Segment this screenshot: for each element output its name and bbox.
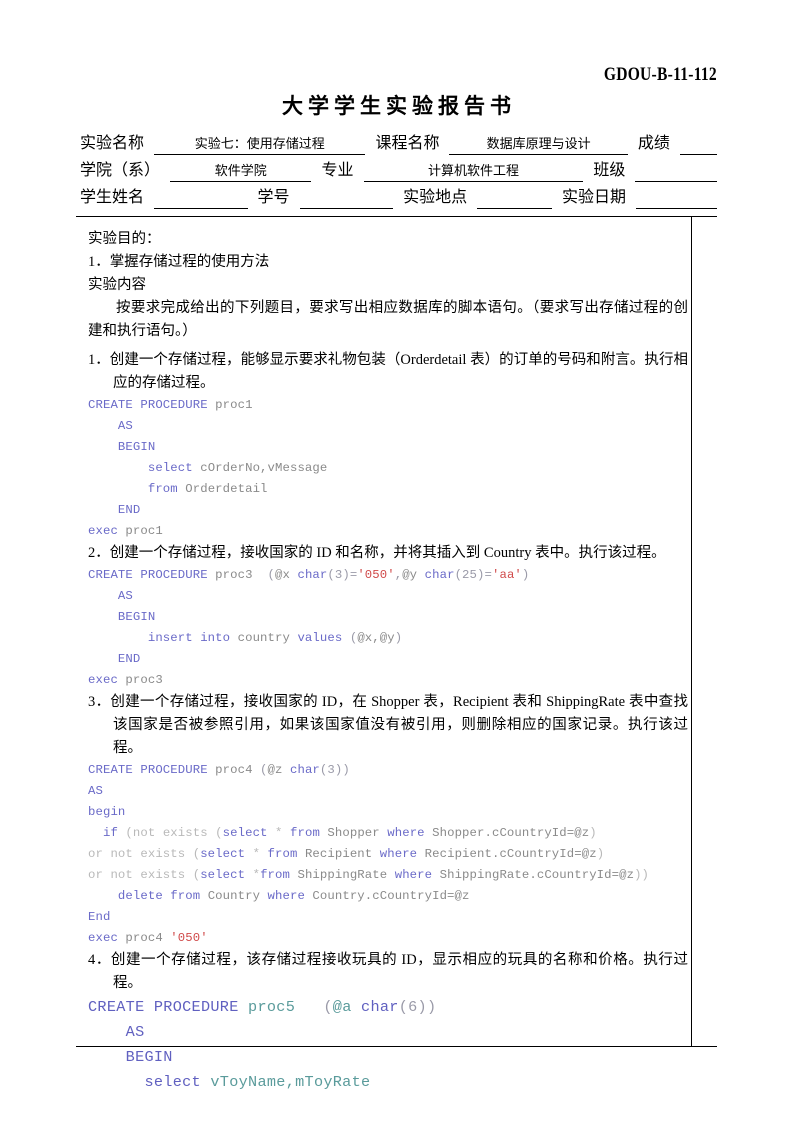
code-line: BEGIN xyxy=(117,610,156,624)
code-line: END xyxy=(117,652,141,666)
document-page: GDOU-B-11-112 大学学生实验报告书 实验名称 实验七：使用存储过程 … xyxy=(0,0,793,1122)
content-frame-right-border xyxy=(691,216,692,1047)
field-label-student-name: 学生姓名 xyxy=(80,189,145,206)
field-label-class: 班级 xyxy=(593,162,626,179)
code-line: CREATE PROCEDURE proc5 (@a char(6)) xyxy=(88,998,437,1016)
code-block-4: CREATE PROCEDURE proc5 (@a char(6)) AS B… xyxy=(88,995,688,1095)
code-line: CREATE PROCEDURE proc3 (@x char(3)='050'… xyxy=(88,568,530,582)
code-line: AS xyxy=(117,589,133,603)
code-line: if (not exists (select * from Shopper wh… xyxy=(102,826,597,840)
header-row-1: 实验名称 实验七：使用存储过程 课程名称 数据库原理与设计 成绩 xyxy=(80,128,718,155)
field-label-location: 实验地点 xyxy=(403,189,468,206)
code-line: CREATE PROCEDURE proc1 xyxy=(88,398,253,412)
field-value-student-name[interactable] xyxy=(154,207,248,209)
code-block-3: CREATE PROCEDURE proc4 (@z char(3)) AS b… xyxy=(88,760,688,949)
code-line: delete from Country where Country.cCount… xyxy=(117,889,470,903)
code-line: AS xyxy=(125,1023,145,1041)
code-line: CREATE PROCEDURE proc4 (@z char(3)) xyxy=(88,763,350,777)
field-value-class[interactable] xyxy=(635,180,717,182)
purpose-item-1: 1．掌握存储过程的使用方法 xyxy=(88,254,270,270)
field-value-date[interactable] xyxy=(635,207,718,209)
field-value-college[interactable]: 软件学院 xyxy=(170,162,312,182)
code-line: select cOrderNo,vMessage xyxy=(147,461,328,475)
field-value-student-id[interactable] xyxy=(299,207,394,209)
field-value-score[interactable] xyxy=(679,153,718,155)
code-line: End xyxy=(88,910,111,924)
field-label-major: 专业 xyxy=(321,162,354,179)
form-code: GDOU-B-11-112 xyxy=(603,64,717,85)
code-line: exec proc4 '050' xyxy=(88,931,208,945)
field-value-experiment-name[interactable]: 实验七：使用存储过程 xyxy=(154,135,366,155)
content-paragraph: 按要求完成给出的下列题目，要求写出相应数据库的脚本语句。（要求写出存储过程的创建… xyxy=(88,300,688,339)
code-line: exec proc3 xyxy=(88,673,163,687)
code-line: or not exists (select * from Recipient w… xyxy=(88,847,605,861)
code-line: insert into country values (@x,@y) xyxy=(147,631,403,645)
code-line: exec proc1 xyxy=(88,524,163,538)
purpose-heading: 实验目的： xyxy=(88,231,161,247)
field-label-course-name: 课程名称 xyxy=(375,135,440,152)
code-line: select vToyName,mToyRate xyxy=(144,1073,371,1091)
header-row-2: 学院（系） 软件学院 专业 计算机软件工程 班级 xyxy=(80,155,717,182)
field-label-student-id: 学号 xyxy=(257,189,290,206)
header-row-3: 学生姓名 学号 实验地点 实验日期 xyxy=(80,182,718,209)
code-block-2: CREATE PROCEDURE proc3 (@x char(3)='050'… xyxy=(88,565,688,691)
field-value-major[interactable]: 计算机软件工程 xyxy=(363,162,584,182)
field-value-location[interactable] xyxy=(477,207,552,209)
question-3: 3．创建一个存储过程，接收国家的 ID，在 Shopper 表，Recipien… xyxy=(88,694,688,756)
code-line: from Orderdetail xyxy=(147,482,268,496)
code-line: BEGIN xyxy=(117,440,156,454)
code-line: END xyxy=(117,503,141,517)
field-label-college: 学院（系） xyxy=(80,162,161,179)
field-value-course-name[interactable]: 数据库原理与设计 xyxy=(449,135,628,155)
question-1: 1．创建一个存储过程，能够显示要求礼物包装（Orderdetail 表）的订单的… xyxy=(88,352,688,391)
code-line: AS xyxy=(117,419,133,433)
report-body: 实验目的： 1．掌握存储过程的使用方法 实验内容 按要求完成给出的下列题目，要求… xyxy=(88,222,688,1095)
question-2: 2．创建一个存储过程，接收国家的 ID 和名称，并将其插入到 Country 表… xyxy=(88,545,666,561)
field-label-experiment-name: 实验名称 xyxy=(80,135,145,152)
code-line: BEGIN xyxy=(125,1048,173,1066)
page-title: 大学学生实验报告书 xyxy=(282,94,516,118)
field-label-date: 实验日期 xyxy=(561,189,626,206)
code-line: begin xyxy=(88,805,126,819)
header-fields-table: 实验名称 实验七：使用存储过程 课程名称 数据库原理与设计 成绩 学院（系） 软… xyxy=(80,128,718,209)
field-label-score: 成绩 xyxy=(637,135,670,152)
question-4: 4．创建一个存储过程，该存储过程接收玩具的 ID，显示相应的玩具的名称和价格。执… xyxy=(88,952,688,991)
code-block-1: CREATE PROCEDURE proc1 AS BEGIN select c… xyxy=(88,395,688,542)
code-line: AS xyxy=(88,784,103,798)
content-frame-top-border xyxy=(76,216,717,217)
content-heading: 实验内容 xyxy=(88,277,146,293)
code-line: or not exists (select *from ShippingRate… xyxy=(88,868,650,882)
